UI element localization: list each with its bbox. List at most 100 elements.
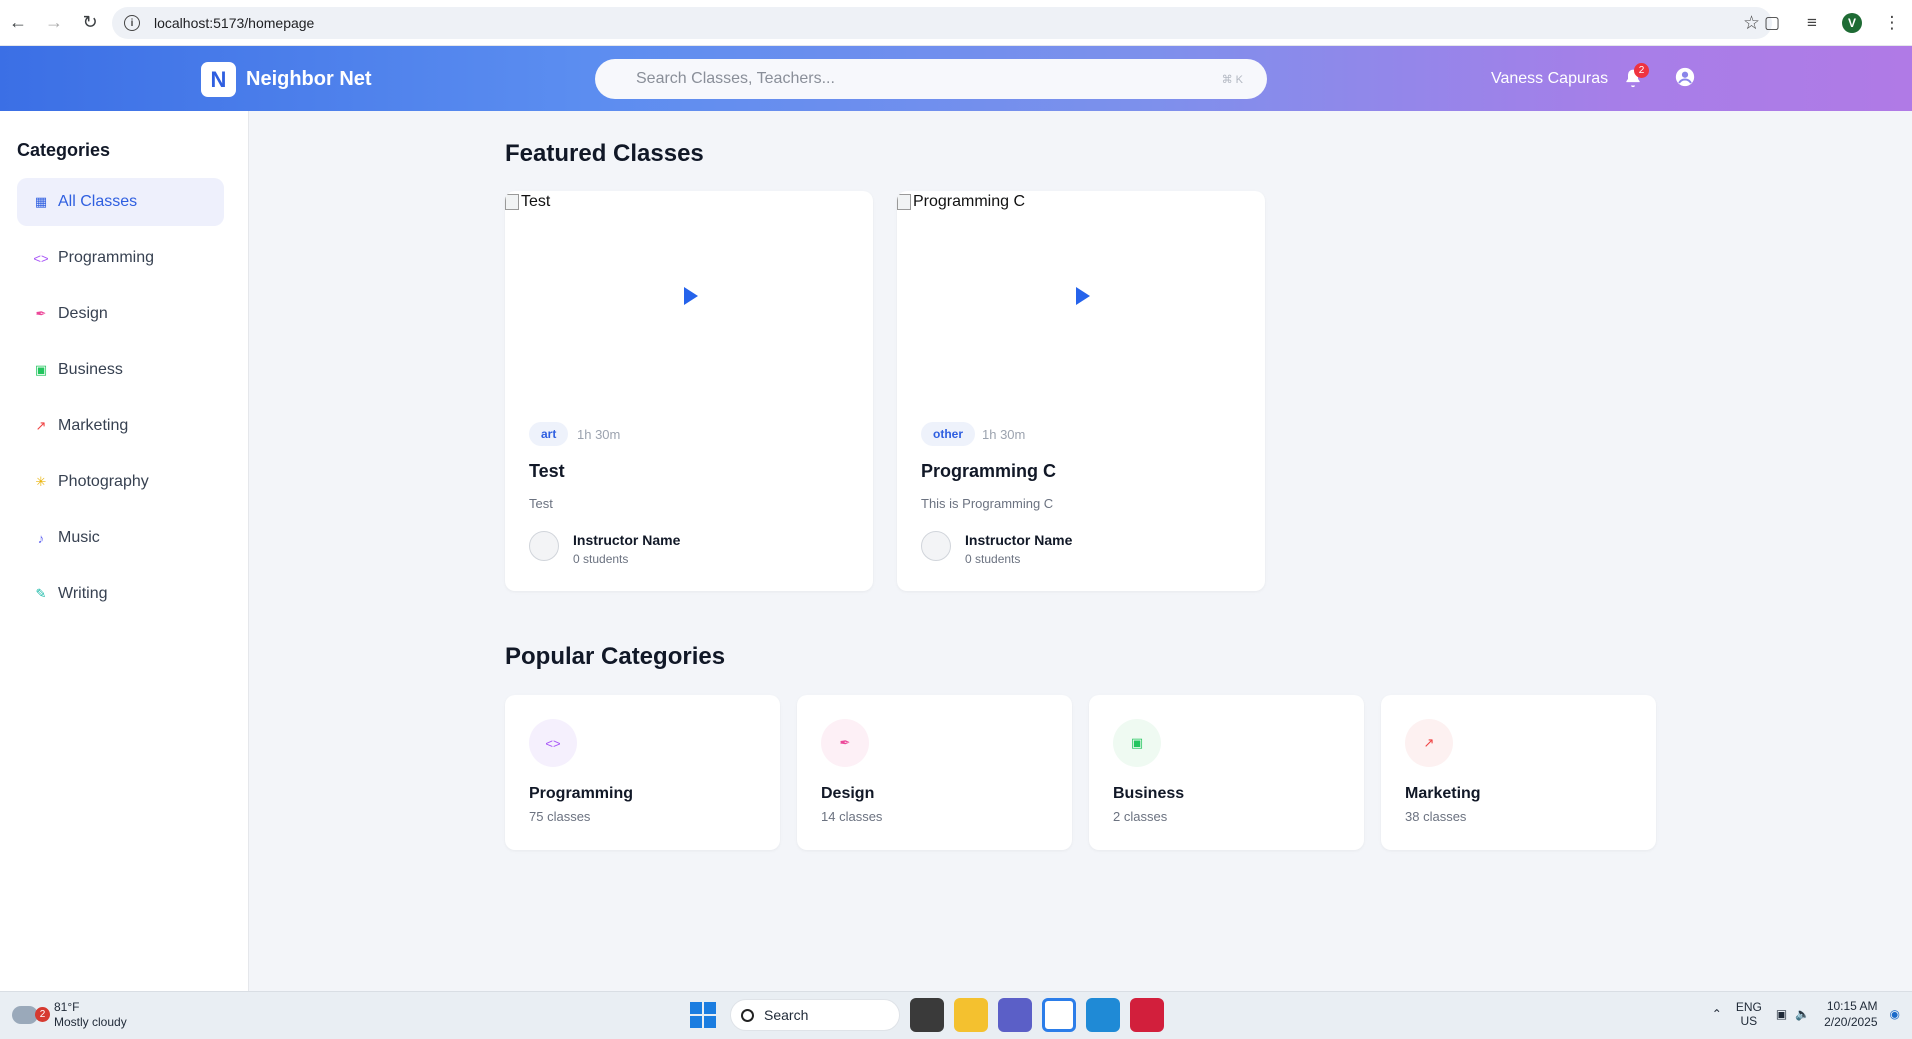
sidebar-item-marketing[interactable]: ↗ Marketing: [17, 402, 224, 450]
app-logo[interactable]: N Neighbor Net: [201, 62, 372, 97]
search-input[interactable]: Search Classes, Teachers... ⌘ K: [595, 59, 1267, 99]
language-indicator[interactable]: ENG US: [1736, 1000, 1762, 1028]
search-placeholder: Search Classes, Teachers...: [636, 70, 835, 87]
category-name: Programming: [529, 785, 634, 802]
briefcase-icon: ▣: [1113, 719, 1161, 767]
camera-icon: ✳: [35, 474, 47, 489]
taskbar-search-label: Search: [764, 1007, 809, 1023]
class-title[interactable]: Test: [529, 461, 565, 482]
class-description: This is Programming C: [921, 496, 1054, 511]
chrome-icon[interactable]: [1042, 998, 1076, 1032]
category-card-business[interactable]: ▣ Business 2 classes: [1089, 695, 1364, 850]
temperature: 81°F: [54, 1000, 80, 1014]
pen-icon: ✎: [35, 586, 47, 601]
featured-classes-title: Featured Classes: [505, 140, 704, 167]
class-card[interactable]: Test art 1h 30m Test Test Instructor Nam…: [505, 191, 873, 591]
sidebar-item-design[interactable]: ✒ Design: [17, 290, 224, 338]
app-name: Neighbor Net: [246, 68, 372, 90]
weather-widget[interactable]: 2 81°F Mostly cloudy: [12, 1000, 127, 1030]
reload-icon[interactable]: ↻: [72, 5, 108, 41]
sidebar-item-label: Music: [58, 529, 100, 546]
account-icon[interactable]: [1674, 66, 1696, 88]
file-explorer-icon[interactable]: [954, 998, 988, 1032]
class-title[interactable]: Programming C: [921, 461, 1056, 482]
category-count: 38 classes: [1405, 809, 1467, 824]
back-icon[interactable]: ←: [0, 5, 36, 41]
class-duration: 1h 30m: [577, 427, 621, 442]
category-count: 75 classes: [529, 809, 591, 824]
image-alt-text: Programming C: [913, 193, 1026, 210]
class-tag: other: [921, 422, 975, 446]
sidebar-item-programming[interactable]: <> Programming: [17, 234, 224, 282]
vscode-icon[interactable]: [1086, 998, 1120, 1032]
app-header: N Neighbor Net Search Classes, Teachers.…: [0, 46, 1912, 111]
language-top: ENG: [1735, 1000, 1762, 1014]
profile-avatar[interactable]: V: [1832, 5, 1872, 41]
category-card-programming[interactable]: <> Programming 75 classes: [505, 695, 780, 850]
sidebar-item-label: Business: [58, 361, 123, 378]
category-card-design[interactable]: ✒ Design 14 classes: [797, 695, 1072, 850]
task-view-icon[interactable]: [910, 998, 944, 1032]
class-tag: art: [529, 422, 569, 446]
media-control-icon[interactable]: ≡: [1792, 5, 1832, 41]
trend-icon: ↗: [1405, 719, 1453, 767]
sidebar-item-photography[interactable]: ✳ Photography: [17, 458, 224, 506]
search-shortcut: ⌘ K: [1221, 73, 1243, 86]
address-bar[interactable]: i localhost:5173/homepage ☆: [112, 7, 1772, 39]
music-icon: ♪: [37, 530, 45, 546]
broken-image: Test: [505, 193, 550, 211]
menu-kebab-icon[interactable]: ⋮: [1872, 5, 1912, 41]
forward-icon[interactable]: →: [36, 5, 72, 41]
volume-icon[interactable]: 🔈: [1795, 1007, 1810, 1021]
sidebar-item-music[interactable]: ♪ Music: [17, 514, 224, 562]
briefcase-icon: ▣: [34, 362, 48, 377]
play-icon[interactable]: [1076, 287, 1090, 305]
logo-mark: N: [201, 62, 236, 97]
instructor-avatar: [921, 531, 951, 561]
sidebar-item-business[interactable]: ▣ Business: [17, 346, 224, 394]
taskbar-search[interactable]: Search: [730, 999, 900, 1031]
class-thumbnail[interactable]: Test: [505, 191, 873, 402]
category-name: Marketing: [1405, 785, 1481, 802]
class-description: Test: [529, 496, 553, 511]
extensions-icon[interactable]: ▢: [1752, 5, 1792, 41]
sidebar-title: Categories: [17, 140, 111, 160]
os-taskbar: 2 81°F Mostly cloudy Search ⌃ ENG US ▣ 🔈…: [0, 991, 1912, 1039]
search-icon: [741, 1008, 754, 1022]
sidebar-item-label: All Classes: [58, 193, 138, 210]
instructor-name: Instructor Name: [965, 532, 1073, 548]
notification-badge: 2: [1634, 63, 1649, 78]
play-icon[interactable]: [684, 287, 698, 305]
windows-start-icon[interactable]: [690, 1002, 716, 1028]
sidebar-item-writing[interactable]: ✎ Writing: [17, 570, 224, 618]
language-bottom: US: [1740, 1014, 1758, 1028]
intellij-icon[interactable]: [1130, 998, 1164, 1032]
brush-icon: ✒: [821, 719, 869, 767]
notification-bell-icon[interactable]: ◉: [1890, 1007, 1900, 1021]
url-text[interactable]: localhost:5173/homepage: [154, 15, 314, 31]
chevron-up-icon[interactable]: ⌃: [1712, 1007, 1722, 1021]
class-card[interactable]: Programming C other 1h 30m Programming C…: [897, 191, 1265, 591]
brush-icon: ✒: [35, 306, 47, 321]
popular-categories-title: Popular Categories: [505, 643, 726, 670]
class-thumbnail[interactable]: Programming C: [897, 191, 1265, 402]
weather-description: Mostly cloudy: [54, 1015, 127, 1029]
sidebar: Categories ▦ All Classes <> Programming …: [0, 111, 249, 991]
grid-icon: ▦: [34, 194, 48, 209]
instructor-name: Instructor Name: [573, 532, 681, 548]
code-icon: <>: [33, 250, 49, 266]
teams-icon[interactable]: [998, 998, 1032, 1032]
broken-image-icon: [505, 194, 519, 210]
site-info-icon[interactable]: i: [124, 15, 140, 31]
browser-toolbar: ← → ↻ i localhost:5173/homepage ☆ ▢ ≡ V …: [0, 0, 1912, 46]
student-count: 0 students: [965, 552, 1021, 566]
trend-icon: ↗: [35, 418, 47, 433]
clock[interactable]: 10:15 AM 2/20/2025: [1824, 998, 1877, 1030]
student-count: 0 students: [573, 552, 629, 566]
user-name[interactable]: Vaness Capuras: [1491, 70, 1608, 88]
sidebar-item-all-classes[interactable]: ▦ All Classes: [17, 178, 224, 226]
clock-date: 2/20/2025: [1824, 1015, 1878, 1029]
category-name: Business: [1113, 785, 1185, 802]
network-icon[interactable]: ▣: [1776, 1007, 1787, 1021]
category-card-marketing[interactable]: ↗ Marketing 38 classes: [1381, 695, 1656, 850]
